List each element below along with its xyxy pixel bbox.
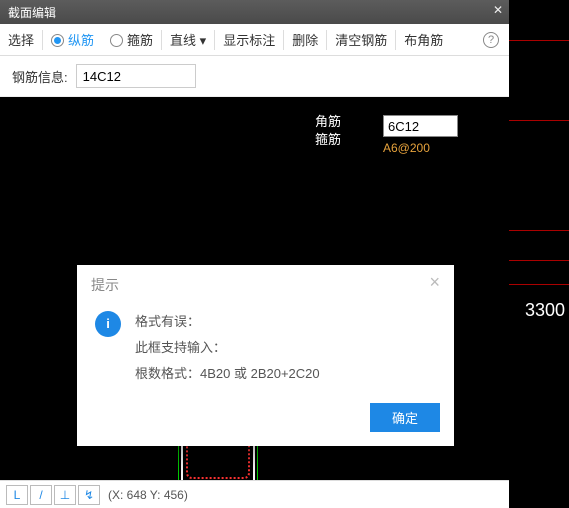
dimension-text: 3300: [525, 300, 565, 321]
dialog-head: 提示 ×: [77, 265, 454, 305]
status-tool-2[interactable]: /: [30, 485, 52, 505]
status-tool-4[interactable]: ↯: [78, 485, 100, 505]
radio-longitudinal[interactable]: 纵筋: [43, 30, 102, 49]
grid-line: [509, 230, 569, 231]
dialog-footer: 确定: [77, 397, 454, 446]
drawing-background: 3300: [509, 0, 569, 508]
rebar-info-input[interactable]: [76, 64, 196, 88]
radio-icon: [51, 34, 64, 47]
dialog-title: 提示: [91, 275, 119, 295]
show-annot-button[interactable]: 显示标注: [215, 30, 283, 49]
dialog-mask: 提示 × i 格式有误： 此框支持输入： 根数格式：4B20 或 2B20+2C…: [0, 97, 509, 480]
select-button[interactable]: 选择: [0, 30, 42, 49]
titlebar[interactable]: 截面编辑 ✕: [0, 0, 509, 24]
line-dropdown[interactable]: 直线 ▾: [162, 30, 214, 49]
status-tool-3[interactable]: ⊥: [54, 485, 76, 505]
grid-line: [509, 260, 569, 261]
window-title: 截面编辑: [8, 4, 56, 21]
section-editor-window: 截面编辑 ✕ 选择 纵筋 箍筋 直线 ▾ 显示标注 删除 清空钢筋 布角筋 ? …: [0, 0, 509, 508]
statusbar: L / ⊥ ↯ (X: 648 Y: 456): [0, 480, 509, 508]
radio-stirrup[interactable]: 箍筋: [102, 30, 161, 49]
dialog-close-icon[interactable]: ×: [429, 275, 440, 295]
dialog-ok-button[interactable]: 确定: [370, 403, 440, 432]
grid-line: [509, 120, 569, 121]
help-icon[interactable]: ?: [483, 32, 499, 48]
rebar-info-row: 钢筋信息:: [0, 56, 509, 97]
delete-button[interactable]: 删除: [284, 30, 326, 49]
close-icon[interactable]: ✕: [493, 3, 503, 17]
rebar-info-label: 钢筋信息:: [12, 67, 68, 86]
radio-icon: [110, 34, 123, 47]
status-tool-1[interactable]: L: [6, 485, 28, 505]
cursor-coords: (X: 648 Y: 456): [108, 488, 188, 502]
clear-button[interactable]: 清空钢筋: [327, 30, 395, 49]
toolbar: 选择 纵筋 箍筋 直线 ▾ 显示标注 删除 清空钢筋 布角筋 ?: [0, 24, 509, 56]
corner-rebar-button[interactable]: 布角筋: [396, 30, 451, 49]
info-icon: i: [95, 311, 121, 337]
dialog-message: 格式有误： 此框支持输入： 根数格式：4B20 或 2B20+2C20: [135, 309, 320, 387]
dialog-body: i 格式有误： 此框支持输入： 根数格式：4B20 或 2B20+2C20: [77, 305, 454, 397]
grid-line: [509, 284, 569, 285]
drawing-canvas[interactable]: 角筋 箍筋 A6@200 100 100 提示 × i 格式有误：: [0, 97, 509, 480]
alert-dialog: 提示 × i 格式有误： 此框支持输入： 根数格式：4B20 或 2B20+2C…: [77, 265, 454, 446]
grid-line: [509, 40, 569, 41]
